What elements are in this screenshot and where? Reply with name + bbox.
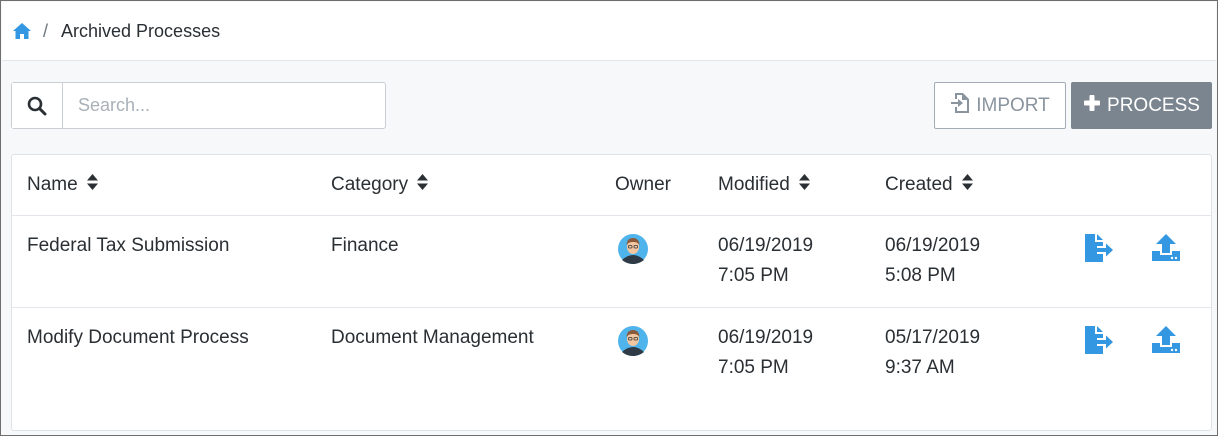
modified-date: 06/19/2019 7:05 PM bbox=[718, 323, 813, 383]
sort-icon[interactable] bbox=[961, 170, 973, 200]
upload-icon[interactable] bbox=[1150, 324, 1182, 356]
plus-icon bbox=[1083, 94, 1101, 118]
column-header-owner: Owner bbox=[615, 170, 671, 200]
sort-icon[interactable] bbox=[86, 170, 98, 200]
table-row: Modify Document Process Document Managem… bbox=[12, 308, 1211, 400]
table-header: Name Category Owner Modified Created bbox=[12, 155, 1211, 216]
add-process-button[interactable]: PROCESS bbox=[1071, 82, 1212, 129]
modified-date: 06/19/2019 7:05 PM bbox=[718, 231, 813, 291]
column-header-created[interactable]: Created bbox=[885, 170, 973, 200]
column-header-name[interactable]: Name bbox=[27, 170, 98, 200]
home-icon[interactable] bbox=[12, 22, 32, 40]
search-icon[interactable] bbox=[12, 83, 63, 128]
created-date-time: 9:37 AM bbox=[885, 357, 955, 378]
sort-icon[interactable] bbox=[799, 170, 811, 200]
modified-date-day: 06/19/2019 bbox=[718, 235, 814, 256]
import-button-label: IMPORT bbox=[976, 94, 1050, 116]
user-avatar[interactable] bbox=[617, 233, 649, 265]
modified-date-time: 7:05 PM bbox=[718, 265, 789, 286]
file-import-icon bbox=[950, 92, 970, 120]
process-name: Modify Document Process bbox=[27, 327, 249, 348]
created-date: 06/19/2019 5:08 PM bbox=[885, 231, 980, 291]
modified-date-time: 7:05 PM bbox=[718, 357, 789, 378]
processes-table: Name Category Owner Modified Created Fed… bbox=[11, 154, 1212, 431]
process-name: Federal Tax Submission bbox=[27, 235, 230, 256]
column-header-name-label: Name bbox=[27, 174, 78, 196]
column-header-modified-label: Modified bbox=[718, 174, 790, 196]
column-header-owner-label: Owner bbox=[615, 174, 671, 195]
upload-icon[interactable] bbox=[1150, 232, 1182, 264]
created-date-day: 05/17/2019 bbox=[885, 327, 981, 348]
created-date-time: 5:08 PM bbox=[885, 265, 956, 286]
search-bar bbox=[11, 82, 386, 129]
table-row: Federal Tax Submission Finance 06/19/201… bbox=[12, 216, 1211, 308]
breadcrumb: / Archived Processes bbox=[2, 2, 1216, 61]
column-header-category-label: Category bbox=[331, 174, 409, 196]
sort-icon[interactable] bbox=[417, 170, 429, 200]
column-header-modified[interactable]: Modified bbox=[718, 170, 811, 200]
search-input[interactable] bbox=[63, 83, 385, 128]
breadcrumb-current: Archived Processes bbox=[61, 20, 221, 41]
modified-date-day: 06/19/2019 bbox=[718, 327, 814, 348]
column-header-category[interactable]: Category bbox=[331, 170, 429, 200]
add-process-button-label: PROCESS bbox=[1107, 94, 1200, 116]
created-date-day: 06/19/2019 bbox=[885, 235, 981, 256]
file-export-icon[interactable] bbox=[1083, 324, 1115, 356]
process-category: Finance bbox=[331, 235, 399, 256]
created-date: 05/17/2019 9:37 AM bbox=[885, 323, 980, 383]
breadcrumb-separator: / bbox=[43, 20, 49, 41]
app-frame: / Archived Processes IMPORT PROCESS bbox=[0, 0, 1218, 436]
user-avatar[interactable] bbox=[617, 325, 649, 357]
column-header-created-label: Created bbox=[885, 174, 953, 196]
process-category: Document Management bbox=[331, 327, 534, 348]
import-button[interactable]: IMPORT bbox=[934, 82, 1066, 129]
file-export-icon[interactable] bbox=[1083, 232, 1115, 264]
